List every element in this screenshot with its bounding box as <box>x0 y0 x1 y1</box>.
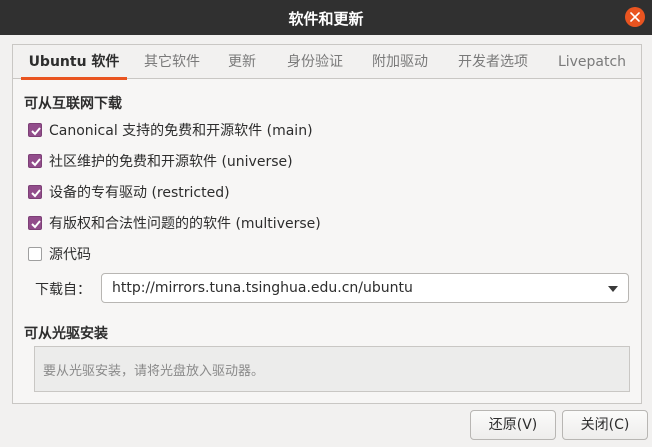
checkmark-icon <box>31 189 41 198</box>
cdrom-section-heading: 可从光驱安装 <box>24 326 108 342</box>
option-main[interactable]: Canonical 支持的免费和开源软件 (main) <box>28 120 313 140</box>
download-server-value: http://mirrors.tuna.tsinghua.edu.cn/ubun… <box>112 280 413 296</box>
checkmark-icon <box>31 127 41 136</box>
checkmark-icon <box>31 158 41 167</box>
tab-bar: Ubuntu 软件 其它软件 更新 身份验证 附加驱动 开发者选项 Livepa… <box>13 45 641 80</box>
tab-updates[interactable]: 更新 <box>219 45 265 79</box>
multiverse-label: 有版权和合法性问题的的软件 (multiverse) <box>49 216 321 232</box>
checkmark-icon <box>31 220 41 229</box>
revert-button[interactable]: 还原(V) <box>470 410 556 440</box>
software-updates-window: 软件和更新 Ubuntu 软件 其它软件 更新 身份验证 附加驱动 开发者选项 … <box>0 0 652 447</box>
tab-additional-drivers[interactable]: 附加驱动 <box>363 45 437 79</box>
option-source-code[interactable]: 源代码 <box>28 244 91 264</box>
close-button[interactable]: 关闭(C) <box>562 410 648 440</box>
source-code-label: 源代码 <box>49 247 91 263</box>
universe-label: 社区维护的免费和开源软件 (universe) <box>49 154 293 170</box>
main-label: Canonical 支持的免费和开源软件 (main) <box>49 123 313 139</box>
option-multiverse[interactable]: 有版权和合法性问题的的软件 (multiverse) <box>28 213 321 233</box>
option-universe[interactable]: 社区维护的免费和开源软件 (universe) <box>28 151 293 171</box>
tab-ubuntu-software[interactable]: Ubuntu 软件 <box>21 45 127 80</box>
restricted-checkbox[interactable] <box>28 185 42 199</box>
window-close-button[interactable] <box>625 7 645 27</box>
window-title: 软件和更新 <box>288 10 364 28</box>
restricted-label: 设备的专有驱动 (restricted) <box>49 185 230 201</box>
source-code-checkbox[interactable] <box>28 247 42 261</box>
tab-developer-options[interactable]: 开发者选项 <box>449 45 537 79</box>
download-server-select[interactable]: http://mirrors.tuna.tsinghua.edu.cn/ubun… <box>101 273 629 303</box>
internet-section-heading: 可从互联网下载 <box>24 96 122 112</box>
option-restricted[interactable]: 设备的专有驱动 (restricted) <box>28 182 230 202</box>
titlebar[interactable]: 软件和更新 <box>0 0 652 35</box>
tab-other-software[interactable]: 其它软件 <box>135 45 209 79</box>
tab-livepatch[interactable]: Livepatch <box>551 45 633 79</box>
cdrom-source-box: 要从光驱安装，请将光盘放入驱动器。 <box>34 346 630 392</box>
tab-authentication[interactable]: 身份验证 <box>278 45 352 79</box>
multiverse-checkbox[interactable] <box>28 216 42 230</box>
cdrom-placeholder-text: 要从光驱安装，请将光盘放入驱动器。 <box>43 364 265 379</box>
universe-checkbox[interactable] <box>28 154 42 168</box>
download-from-label: 下载自： <box>35 282 91 298</box>
close-icon <box>630 12 640 22</box>
dropdown-arrow-icon <box>608 286 618 292</box>
main-checkbox[interactable] <box>28 123 42 137</box>
